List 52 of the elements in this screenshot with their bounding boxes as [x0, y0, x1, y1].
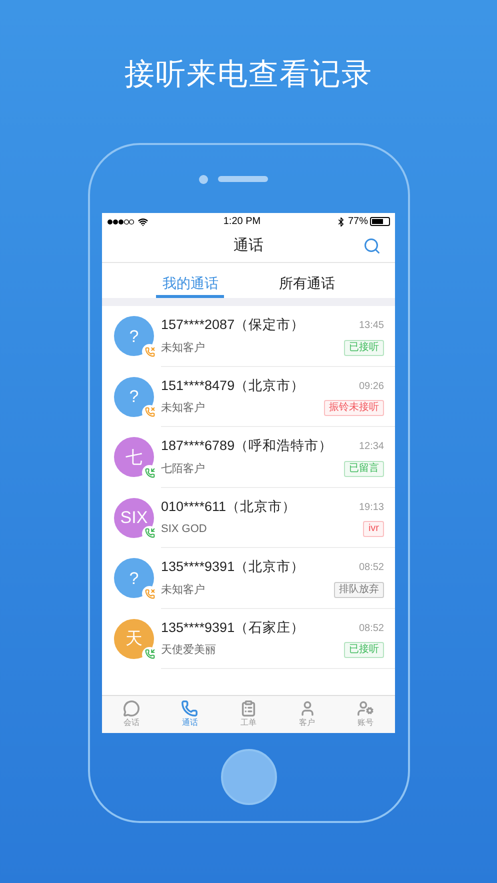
status-tag: 已留言: [344, 460, 384, 477]
call-time: 08:52: [358, 561, 384, 575]
tab-bar-item[interactable]: 账号: [340, 696, 391, 733]
nav-title: 通话: [234, 236, 264, 256]
signal-icon: [107, 218, 134, 224]
clipboard-icon: [240, 700, 257, 717]
tab[interactable]: 所有通话: [272, 263, 341, 298]
phone-icon: [181, 700, 198, 717]
phone-number: 135****9391（北京市）: [161, 558, 305, 576]
avatar: ?: [114, 558, 154, 598]
chat-icon: [122, 700, 140, 717]
bluetooth-icon: [336, 216, 346, 226]
tab-bar-item[interactable]: 通话: [164, 696, 215, 733]
person-icon: [298, 700, 316, 717]
status-time: 1:20 PM: [223, 215, 261, 229]
caller-name: 未知客户: [161, 582, 205, 598]
phone-number: 010****611（北京市）: [161, 498, 296, 516]
caller-name: 未知客户: [161, 340, 205, 356]
avatar: SIX: [114, 498, 154, 538]
search-icon[interactable]: [363, 237, 381, 255]
call-time: 13:45: [358, 319, 384, 333]
tab-bar-item[interactable]: 工单: [223, 696, 274, 733]
call-time: 19:13: [358, 500, 384, 514]
status-tag: 已接听: [344, 340, 384, 356]
status-tag: 排队放弃: [334, 582, 384, 598]
battery-percent: 77%: [348, 215, 368, 229]
call-time: 08:52: [358, 622, 384, 636]
account-icon: [357, 700, 374, 717]
avatar: 天: [114, 618, 154, 659]
avatar: ?: [114, 316, 154, 356]
caller-name: 天使爱美丽: [161, 642, 216, 658]
caller-name: 未知客户: [161, 400, 205, 416]
battery-icon: [370, 217, 390, 226]
status-tag: 振铃未接听: [324, 400, 384, 416]
headline: 接听来电查看记录: [124, 56, 372, 94]
wifi-icon: [138, 216, 148, 226]
phone-number: 157****2087（保定市）: [161, 316, 305, 334]
status-tag: ivr: [363, 521, 384, 538]
caller-name: 七陌客户: [161, 462, 205, 477]
caller-name: SIX GOD: [161, 522, 207, 538]
phone-number: 187****6789（呼和浩特市）: [161, 437, 333, 456]
avatar: 七: [114, 437, 154, 478]
speaker-icon: [218, 176, 268, 182]
tab-bar-item[interactable]: 客户: [282, 696, 332, 733]
avatar: ?: [114, 376, 154, 417]
phone-number: 135****9391（石家庄）: [161, 618, 305, 637]
tab-bar-item[interactable]: 会话: [106, 696, 156, 733]
camera-icon: [199, 174, 208, 184]
call-time: 09:26: [358, 380, 384, 394]
status-tag: 已接听: [344, 642, 384, 658]
call-time: 12:34: [358, 440, 384, 454]
phone-number: 151****8479（北京市）: [161, 376, 305, 395]
